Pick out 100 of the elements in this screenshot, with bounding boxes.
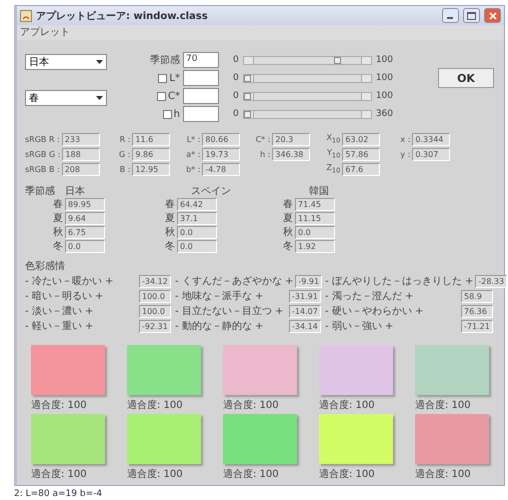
value-label: L* : [186,134,200,144]
color-swatch[interactable] [223,414,297,464]
scale-label: - 目立たない－目立つ + [175,304,284,318]
ok-button[interactable]: OK [438,68,494,88]
value-label: Y$_{10}$ [326,148,340,160]
checkbox[interactable] [157,92,166,100]
menu-item[interactable]: アプレット [20,25,70,40]
dropdown[interactable]: 春 [25,90,107,106]
scale-label: - 地味な－派手な + [175,290,264,303]
checkbox[interactable] [158,74,168,82]
value-field: 233 [62,132,100,146]
slider[interactable] [242,74,372,82]
slider-max: 100 [376,55,393,65]
value-field: -28.33 [475,274,508,288]
swatch-caption: 適合度: 100 [31,398,88,412]
input-field[interactable] [183,70,219,86]
scale-label: - 濁った－澄んだ + [325,290,414,303]
color-swatch[interactable] [127,414,201,464]
minimize-button[interactable] [442,8,459,23]
section-label: 色彩感情 [25,260,66,273]
value-label: R : [118,134,130,144]
scale-label: - ぼんやりした－はっきりした + [325,275,474,288]
value-field: -14.07 [289,304,321,318]
control-label: 季節感 [150,54,180,67]
swatch-caption: 適合度: 100 [127,468,184,481]
caret-icon [96,60,103,64]
input-field[interactable]: 70 [183,52,219,68]
caret-icon [96,96,103,100]
value-label: b* : [185,164,200,174]
input-field[interactable] [183,88,219,104]
maximize-icon [467,12,476,20]
color-swatch[interactable] [319,414,393,464]
color-swatch[interactable] [31,414,105,464]
slider[interactable] [242,56,372,64]
season-label: 冬 [53,240,63,253]
color-swatch[interactable] [415,414,489,464]
color-swatch[interactable] [31,345,105,395]
value-label: X$_{10}$ [325,133,340,145]
country-label: 韓国 [309,184,329,197]
scale-label: - 暗い－明るい + [25,290,104,303]
scale-label: - 冷たい－暖かい + [25,274,114,288]
scale-label: - 動的な－静的な + [175,320,264,333]
color-swatch[interactable] [223,345,297,395]
value-field: -4.78 [202,162,240,176]
value-field: 188 [62,148,100,160]
window-title: アプレットビューア: window.class [36,9,209,22]
slider-min: 0 [233,91,239,101]
value-label: y : [399,150,410,158]
value-field: 19.73 [202,148,240,160]
season-label: 春 [283,198,293,211]
slider[interactable] [242,110,372,118]
value-field: 0.307 [412,148,450,160]
close-icon [488,12,496,20]
value-field: 0.3344 [412,132,450,146]
slider-max: 100 [376,91,393,101]
status-text: 2: L=80 a=19 b=-4 [14,488,104,499]
season-label: 夏 [53,212,63,225]
value-label: G : [118,150,130,158]
control-label: L* [169,72,180,84]
value-field: 9.86 [132,148,170,160]
value-label: sRGB G : [25,150,60,158]
scale-label: - 淡い－濃い + [25,304,94,318]
close-button[interactable] [484,8,501,23]
value-field: -34.14 [289,320,321,332]
value-label: a* : [185,150,200,158]
swatch-caption: 適合度: 100 [415,468,472,481]
dropdown[interactable]: 日本 [25,54,107,70]
value-field: -9.91 [295,274,322,288]
value-label: Z$_{10}$ [325,163,340,175]
value-field: 9.64 [65,212,105,224]
value-field: 1.92 [295,240,335,252]
java-icon [20,10,32,22]
value-field: 100.0 [139,290,171,302]
slider-max: 100 [376,73,393,83]
country-label: スペイン [191,185,231,197]
value-label: B : [118,164,130,174]
value-label: sRGB R : [25,134,60,144]
input-field[interactable] [183,106,219,122]
value-field: 11.15 [295,212,335,224]
slider[interactable] [242,92,372,100]
slider-max: 360 [376,109,393,119]
value-field: 89.95 [65,198,105,210]
maximize-button[interactable] [463,8,480,23]
value-field: 58.9 [461,290,493,302]
value-field: -71.21 [461,320,493,332]
value-field: 208 [62,162,100,176]
value-field: 67.6 [342,162,380,176]
value-field: 346.38 [272,148,310,160]
color-swatch[interactable] [415,345,489,395]
color-swatch[interactable] [319,345,393,395]
scale-label: - 硬い－やわらかい + [325,305,424,318]
value-field: 100.0 [139,304,171,318]
control-label: h [174,108,180,120]
season-label: 秋 [165,226,175,239]
value-label: sRGB B : [25,164,60,174]
color-swatch[interactable] [127,345,201,395]
value-field: 63.02 [342,132,380,146]
checkbox[interactable] [162,110,172,118]
value-field: 0.0 [295,226,335,238]
value-field: 0.0 [65,240,105,252]
